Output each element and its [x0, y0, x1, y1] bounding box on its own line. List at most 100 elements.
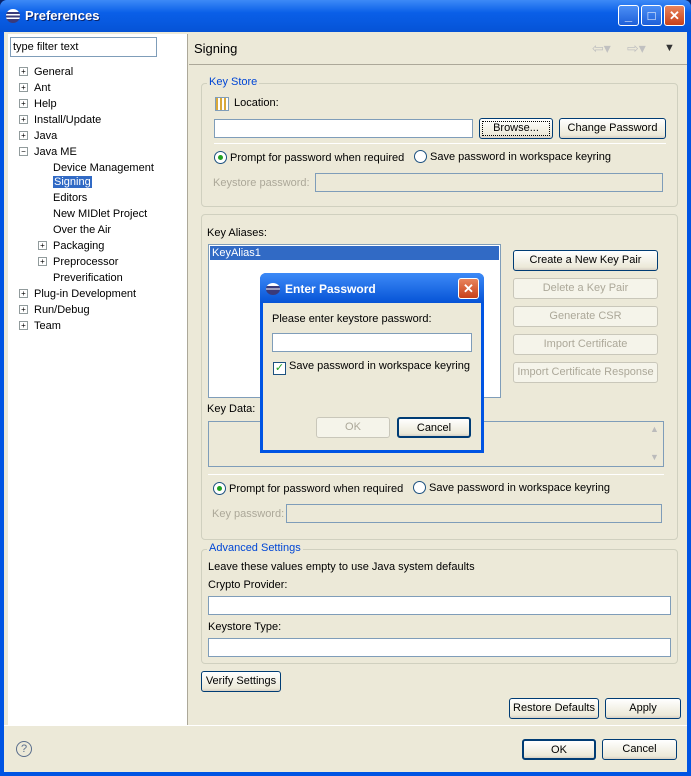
- import-certificate-button[interactable]: Import Certificate: [513, 334, 658, 355]
- change-password-button[interactable]: Change Password: [559, 118, 666, 139]
- keystore-password-label: Keystore password:: [213, 177, 310, 189]
- back-icon[interactable]: ⇦▾: [592, 40, 611, 57]
- radio-label: Save password in workspace keyring: [429, 482, 610, 494]
- tree-item-label: Java ME: [34, 146, 77, 158]
- verify-settings-button[interactable]: Verify Settings: [201, 671, 281, 692]
- key-data-label: Key Data:: [207, 403, 256, 415]
- cancel-button[interactable]: Cancel: [602, 739, 677, 760]
- create-key-pair-button[interactable]: Create a New Key Pair: [513, 250, 658, 271]
- expand-icon[interactable]: +: [38, 241, 47, 250]
- tree-item[interactable]: + Java: [19, 129, 57, 143]
- apply-button[interactable]: Apply: [605, 698, 681, 719]
- tree-item[interactable]: + General: [19, 65, 73, 79]
- expand-icon[interactable]: +: [19, 67, 28, 76]
- ok-button[interactable]: OK: [522, 739, 596, 760]
- key-prompt-radio[interactable]: Prompt for password when required: [213, 482, 403, 495]
- expand-icon[interactable]: +: [19, 99, 28, 108]
- generate-csr-button[interactable]: Generate CSR: [513, 306, 658, 327]
- tree-item[interactable]: + Packaging: [38, 239, 104, 253]
- tree-item-label: Run/Debug: [34, 304, 90, 316]
- tree-item-label: General: [34, 66, 74, 78]
- expand-icon[interactable]: +: [19, 289, 28, 298]
- tree-item[interactable]: + Team: [19, 319, 61, 333]
- radio-icon: [414, 150, 427, 163]
- filter-input[interactable]: [10, 37, 157, 57]
- radio-selected-icon: [214, 151, 227, 164]
- radio-label: Prompt for password when required: [230, 152, 405, 164]
- tree-item-label: Ant: [34, 82, 51, 94]
- page-title: Signing: [194, 41, 238, 56]
- key-store-title: Key Store: [207, 76, 260, 88]
- key-alias-item[interactable]: KeyAlias1: [210, 246, 499, 260]
- tree-item[interactable]: Device Management: [53, 161, 154, 175]
- tree-item-label: Signing: [53, 176, 92, 188]
- eclipse-icon: [6, 9, 20, 23]
- collapse-icon[interactable]: −: [19, 147, 28, 156]
- window-title: Preferences: [25, 8, 100, 23]
- tree-item[interactable]: + Install/Update: [19, 113, 101, 127]
- expand-icon[interactable]: +: [38, 257, 47, 266]
- tree-item-label: New MIDlet Project: [53, 208, 148, 220]
- keystore-icon: [215, 97, 229, 111]
- tree-item-label: Over the Air: [53, 224, 112, 236]
- close-button[interactable]: ✕: [664, 5, 685, 26]
- tree-item[interactable]: − Java ME: [19, 145, 77, 159]
- keystore-prompt-radio[interactable]: Prompt for password when required: [214, 151, 404, 164]
- dialog-cancel-button[interactable]: Cancel: [397, 417, 471, 438]
- tree-item-label: Team: [34, 320, 61, 332]
- minimize-button[interactable]: _: [618, 5, 639, 26]
- keystore-type-input[interactable]: [208, 638, 671, 657]
- keystore-password-input[interactable]: [315, 173, 663, 192]
- key-aliases-label: Key Aliases:: [207, 227, 267, 239]
- tree-item-label: Java: [34, 130, 58, 142]
- import-certificate-response-button[interactable]: Import Certificate Response: [513, 362, 658, 383]
- radio-selected-icon: [213, 482, 226, 495]
- radio-label: Prompt for password when required: [229, 483, 404, 495]
- checkbox-label: Save password in workspace keyring: [289, 360, 470, 372]
- tree-item[interactable]: + Run/Debug: [19, 303, 90, 317]
- delete-key-pair-button[interactable]: Delete a Key Pair: [513, 278, 658, 299]
- keystore-type-label: Keystore Type:: [208, 621, 282, 633]
- key-separator: [208, 474, 664, 475]
- expand-icon[interactable]: +: [19, 83, 28, 92]
- scrollbar[interactable]: ▲ ▼: [646, 422, 663, 466]
- tree-item-label: Plug-in Development: [34, 288, 137, 300]
- dialog-close-button[interactable]: ✕: [458, 278, 479, 299]
- browse-button[interactable]: Browse...: [479, 118, 553, 139]
- restore-defaults-button[interactable]: Restore Defaults: [509, 698, 599, 719]
- key-password-label: Key password:: [212, 508, 285, 520]
- help-icon[interactable]: ?: [16, 741, 32, 757]
- tree-item[interactable]: Preverification: [53, 271, 123, 285]
- location-input[interactable]: [214, 119, 473, 138]
- tree-item[interactable]: + Help: [19, 97, 57, 111]
- dialog-save-checkbox[interactable]: ✓ Save password in workspace keyring: [273, 360, 470, 375]
- keystore-separator: [214, 143, 666, 144]
- view-menu-icon[interactable]: ▼: [664, 42, 675, 54]
- expand-icon[interactable]: +: [19, 321, 28, 330]
- tree-item[interactable]: + Plug-in Development: [19, 287, 136, 301]
- advanced-settings-title: Advanced Settings: [207, 542, 303, 554]
- tree-item[interactable]: Editors: [53, 191, 87, 205]
- tree-item-label: Device Management: [53, 162, 154, 174]
- tree-item[interactable]: + Ant: [19, 81, 51, 95]
- tree-item[interactable]: + Preprocessor: [38, 255, 118, 269]
- expand-icon[interactable]: +: [19, 305, 28, 314]
- dialog-password-input[interactable]: [272, 333, 472, 352]
- expand-icon[interactable]: +: [19, 115, 28, 124]
- expand-icon[interactable]: +: [19, 131, 28, 140]
- forward-icon[interactable]: ⇨▾: [627, 40, 646, 57]
- header-separator: [189, 64, 687, 65]
- key-password-input[interactable]: [286, 504, 662, 523]
- crypto-provider-input[interactable]: [208, 596, 671, 615]
- tree-item-label: Preprocessor: [53, 256, 119, 268]
- maximize-button[interactable]: □: [641, 5, 662, 26]
- title-bar[interactable]: [0, 0, 691, 32]
- tree-item[interactable]: New MIDlet Project: [53, 207, 147, 221]
- location-label: Location:: [234, 97, 279, 109]
- tree-item[interactable]: Over the Air: [53, 223, 111, 237]
- keystore-save-radio[interactable]: Save password in workspace keyring: [414, 150, 611, 163]
- tree-item[interactable]: Signing: [53, 175, 92, 189]
- checkmark-icon: ✓: [273, 362, 286, 375]
- key-save-radio[interactable]: Save password in workspace keyring: [413, 481, 610, 494]
- dialog-ok-button[interactable]: OK: [316, 417, 390, 438]
